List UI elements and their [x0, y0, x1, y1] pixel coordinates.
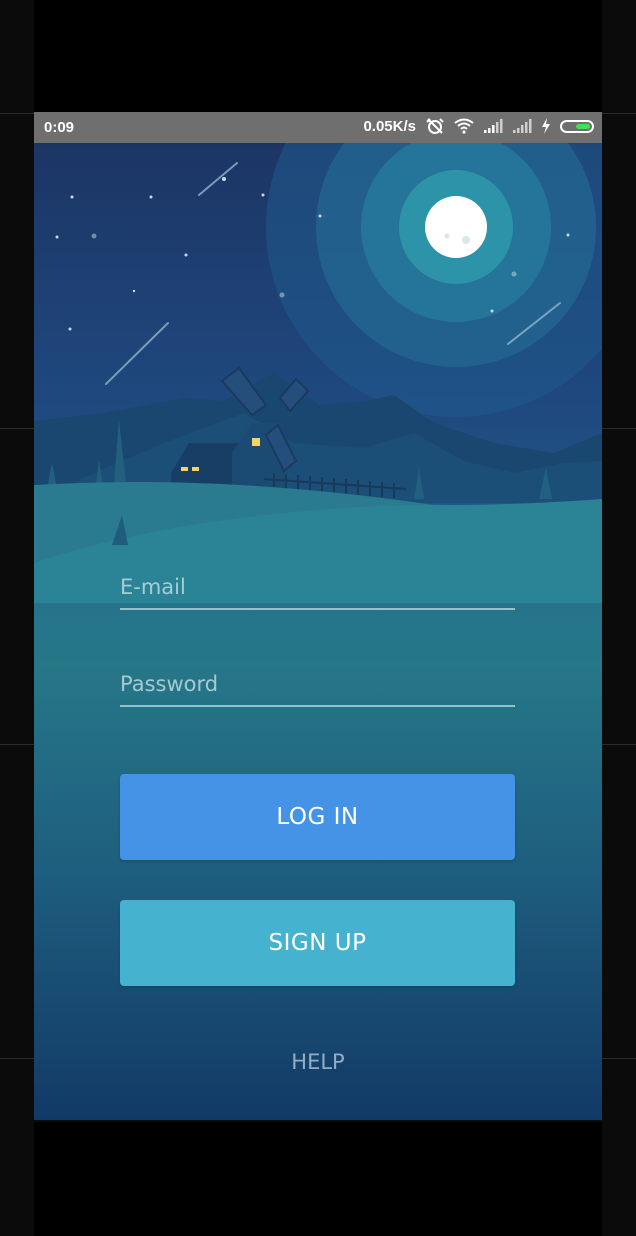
password-field[interactable]	[120, 663, 515, 707]
email-field[interactable]	[120, 566, 515, 610]
night-landscape-illustration	[34, 143, 602, 603]
login-button[interactable]: LOG IN	[120, 774, 515, 860]
charging-icon	[542, 118, 550, 134]
help-link[interactable]: HELP	[34, 1050, 602, 1074]
login-screen: 0:09 0.05K/s E-mail LOG IN SIGN UP HELP	[34, 112, 602, 1120]
status-time: 0:09	[44, 119, 75, 136]
alarm-off-icon	[426, 118, 444, 134]
frame-line	[0, 744, 34, 745]
status-icons: 0.05K/s	[363, 117, 594, 135]
signal-icon	[484, 119, 503, 133]
frame-line	[602, 113, 636, 114]
battery-icon	[560, 119, 594, 133]
frame-line	[0, 428, 34, 429]
signal-icon	[513, 119, 532, 133]
top-bezel	[34, 0, 602, 112]
signup-button[interactable]: SIGN UP	[120, 900, 515, 986]
bottom-bezel	[34, 1122, 602, 1236]
frame-line	[602, 744, 636, 745]
frame-line	[602, 1058, 636, 1059]
phone-frame: 0:09 0.05K/s E-mail LOG IN SIGN UP HELP	[0, 0, 636, 1236]
wifi-icon	[454, 118, 474, 134]
status-bar: 0:09 0.05K/s	[34, 112, 602, 143]
network-speed: 0.05K/s	[363, 117, 416, 135]
moon	[425, 196, 487, 258]
frame-line	[602, 428, 636, 429]
email-input[interactable]	[120, 566, 515, 608]
frame-line	[0, 113, 34, 114]
frame-line	[0, 1058, 34, 1059]
password-input[interactable]	[120, 663, 515, 705]
